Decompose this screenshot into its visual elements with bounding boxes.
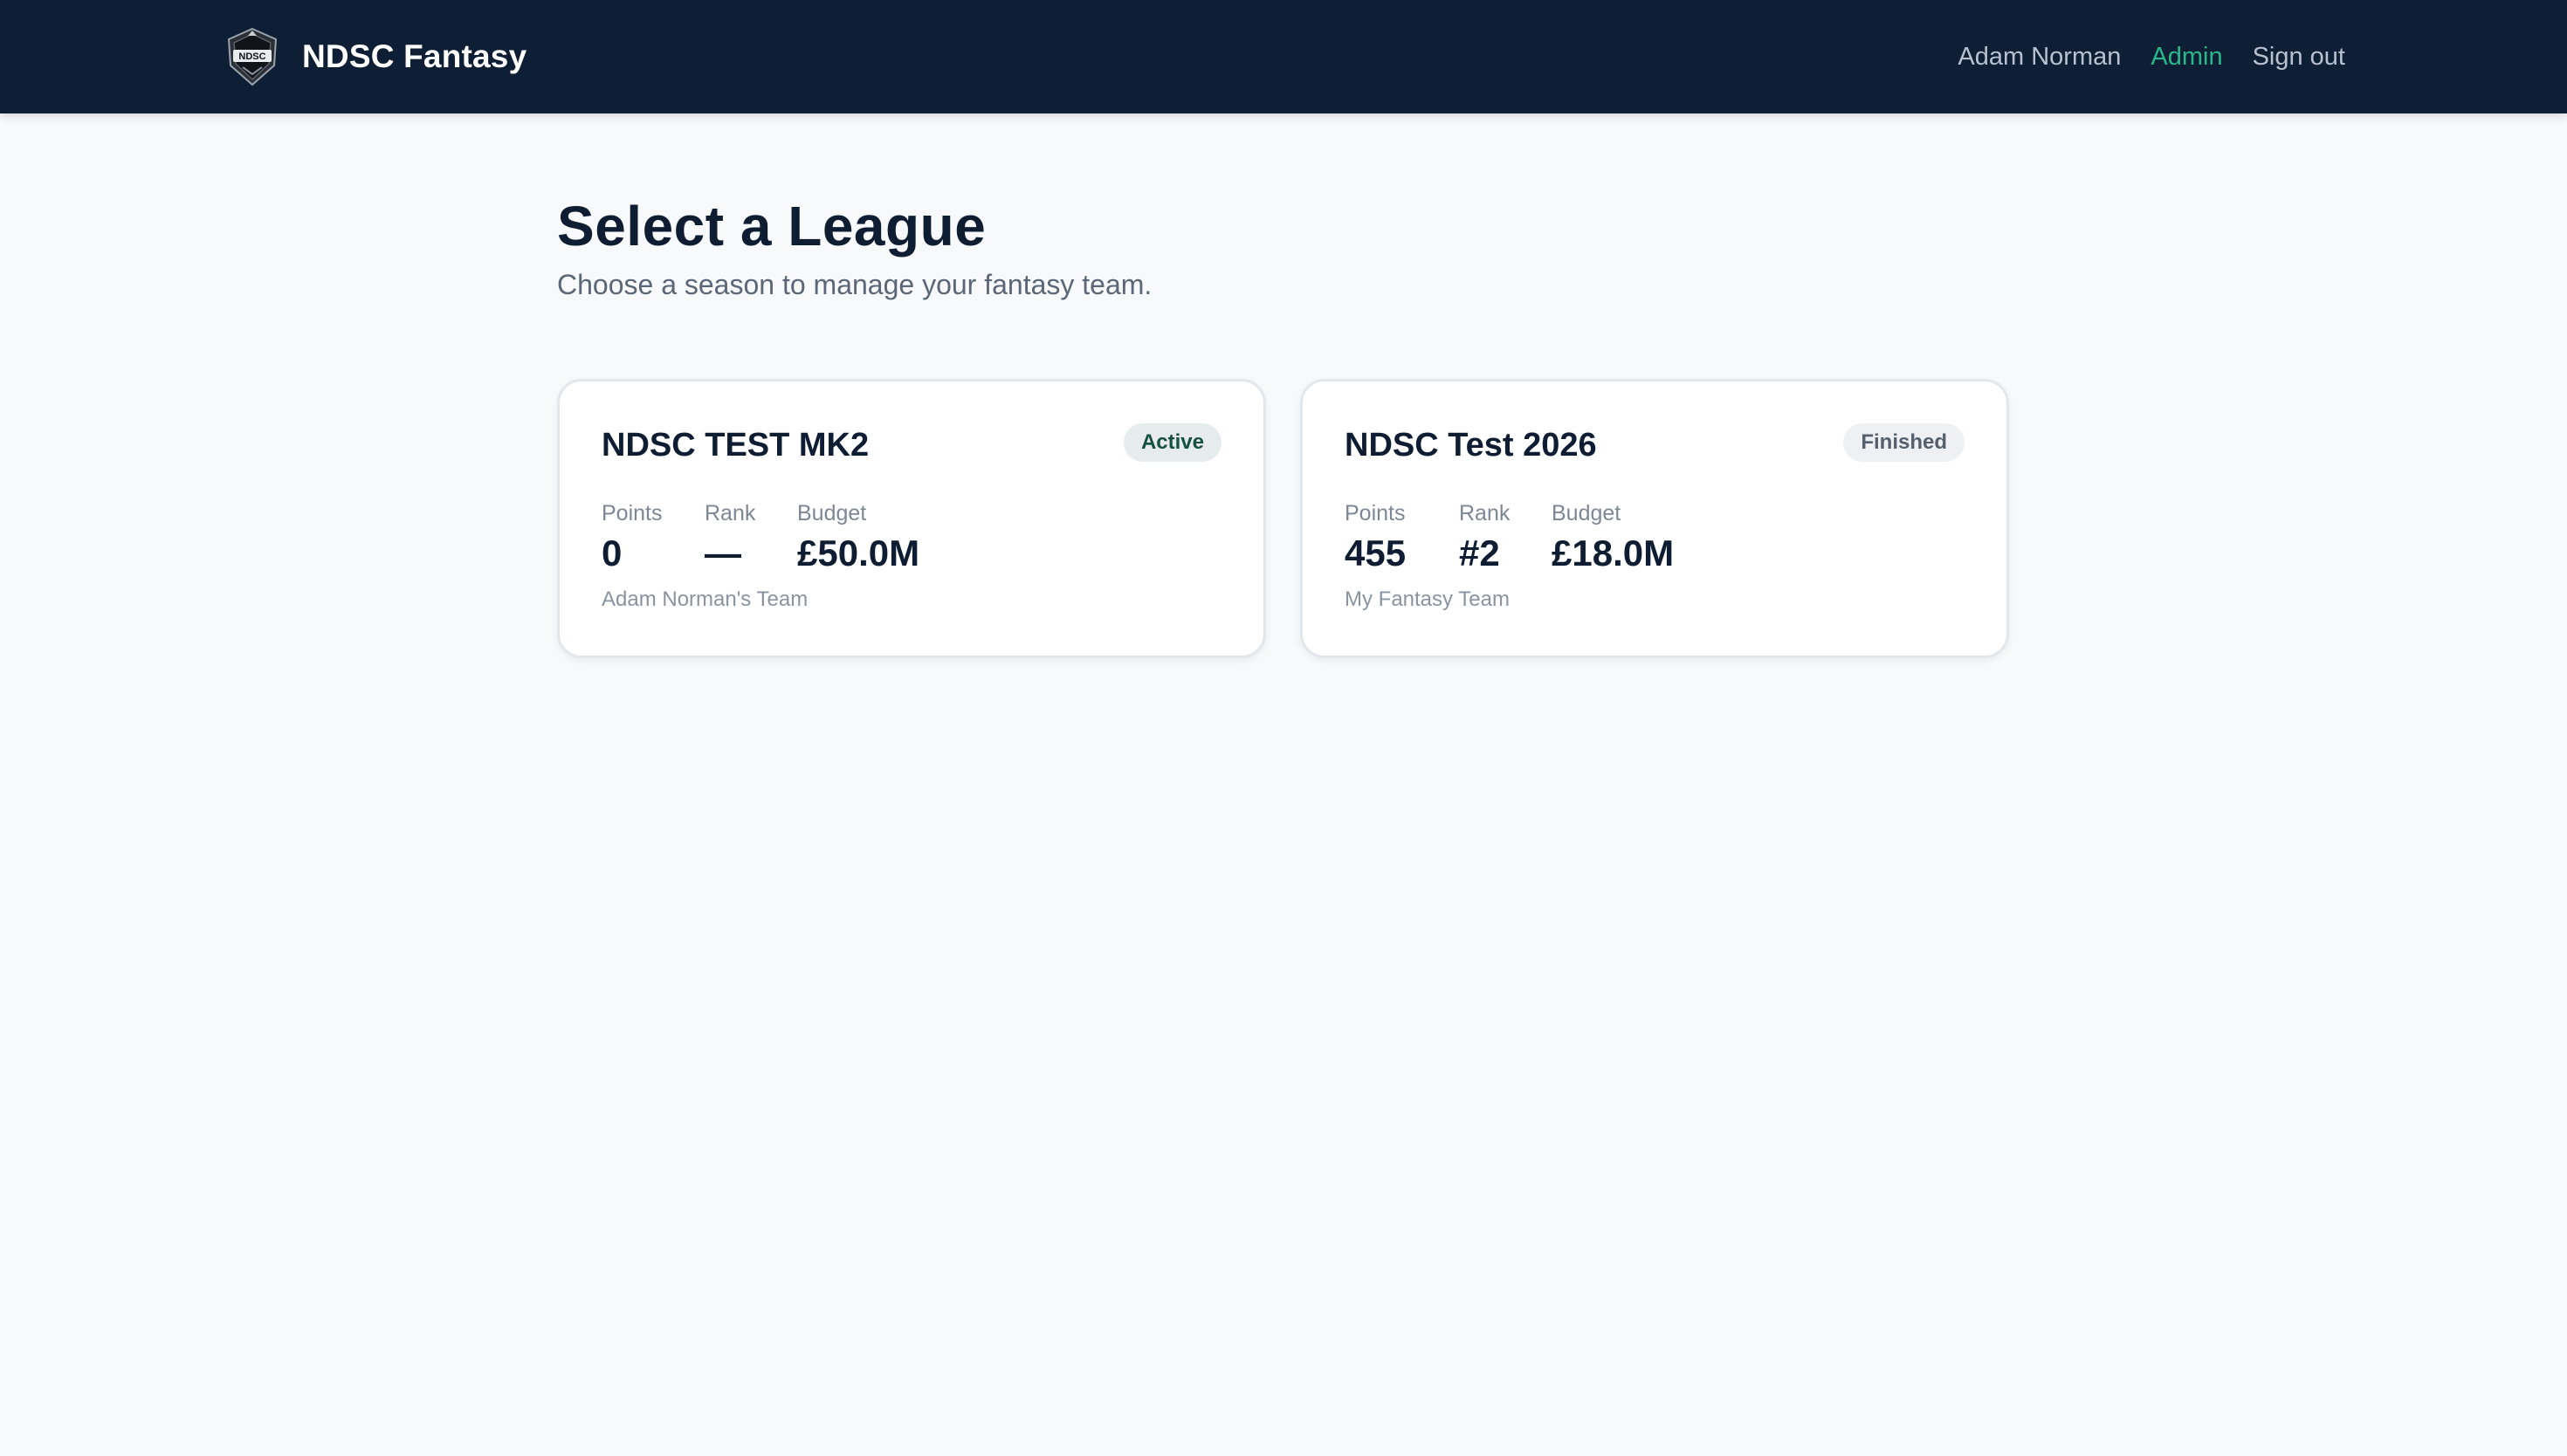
rank-stat: Rank —	[705, 500, 797, 575]
user-nav: Adam Norman Admin Sign out	[1958, 0, 2345, 113]
sign-out-link[interactable]: Sign out	[2253, 43, 2345, 72]
status-badge: Active	[1123, 423, 1222, 462]
budget-stat: Budget £18.0M	[1552, 500, 1674, 575]
ndsc-logo-icon: NDSC	[227, 27, 278, 86]
budget-stat: Budget £50.0M	[797, 500, 919, 575]
points-label: Points	[602, 501, 663, 525]
points-stat: Points 0	[602, 500, 705, 575]
status-badge: Finished	[1843, 423, 1965, 462]
league-card[interactable]: NDSC Test 2026 Finished Points 455 Rank …	[1300, 379, 2009, 658]
points-value: 0	[602, 532, 623, 573]
league-stats: Points 455 Rank #2 Budget £18.0M	[1345, 500, 1674, 575]
rank-stat: Rank #2	[1459, 500, 1552, 575]
rank-value: —	[705, 532, 741, 573]
team-name: Adam Norman's Team	[602, 587, 809, 611]
league-name: NDSC Test 2026	[1345, 427, 1597, 464]
rank-label: Rank	[705, 501, 756, 525]
league-stats: Points 0 Rank — Budget £50.0M	[602, 500, 919, 575]
league-card[interactable]: NDSC TEST MK2 Active Points 0 Rank — Bud…	[557, 379, 1266, 658]
user-name: Adam Norman	[1958, 42, 2122, 71]
brand-home-link[interactable]: NDSC NDSC Fantasy	[225, 26, 526, 87]
brand-name: NDSC Fantasy	[302, 38, 527, 74]
budget-value: £18.0M	[1552, 532, 1675, 573]
league-name: NDSC TEST MK2	[602, 427, 870, 464]
page-subtitle: Choose a season to manage your fantasy t…	[557, 269, 1153, 300]
points-value: 455	[1345, 532, 1407, 573]
budget-label: Budget	[1552, 501, 1621, 525]
svg-text:NDSC: NDSC	[238, 52, 265, 62]
points-stat: Points 455	[1345, 500, 1459, 575]
budget-value: £50.0M	[797, 532, 920, 573]
points-label: Points	[1345, 501, 1406, 525]
page-title: Select a League	[557, 195, 987, 258]
top-navbar: NDSC NDSC Fantasy Adam Norman Admin Sign…	[0, 0, 2567, 113]
budget-label: Budget	[797, 501, 867, 525]
team-name: My Fantasy Team	[1345, 587, 1510, 611]
admin-link[interactable]: Admin	[2151, 43, 2222, 72]
rank-label: Rank	[1459, 501, 1511, 525]
rank-value: #2	[1459, 532, 1500, 573]
